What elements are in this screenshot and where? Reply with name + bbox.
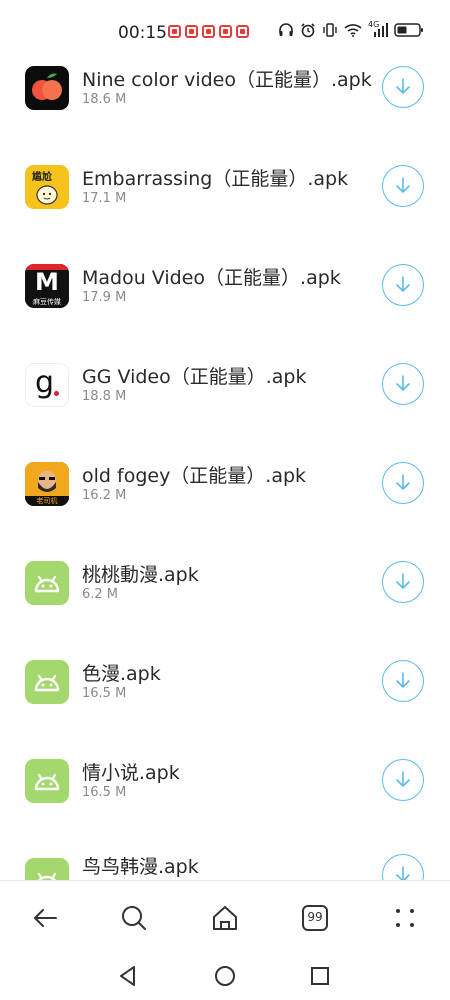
- list-item[interactable]: M 麻豆传媒 Madou Video（正能量）.apk 17.9 M: [0, 236, 450, 335]
- file-name: 桃桃動漫.apk: [82, 564, 199, 586]
- file-size: 6.2 M: [82, 587, 119, 602]
- notification-icon: [202, 25, 215, 38]
- list-item[interactable]: 老司机 old fogey（正能量）.apk 16.2 M: [0, 434, 450, 533]
- list-item[interactable]: 尴尬 Embarrassing（正能量）.apk 17.1 M: [0, 137, 450, 236]
- alarm-icon: [301, 23, 315, 38]
- icon-text: 老司机: [36, 497, 58, 505]
- download-button[interactable]: [382, 264, 424, 306]
- download-arrow-icon: [396, 866, 410, 880]
- back-arrow-icon: [34, 909, 57, 927]
- file-name: Embarrassing（正能量）.apk: [82, 168, 349, 190]
- browser-toolbar: 99: [0, 880, 450, 953]
- download-file-list: Nine color video（正能量）.apk 18.6 M 尴尬 Emba…: [0, 0, 450, 880]
- file-name: 色漫.apk: [82, 663, 161, 685]
- android-icon: [25, 858, 69, 880]
- android-icon: [25, 759, 69, 803]
- download-arrow-icon: [396, 474, 410, 490]
- menu-button[interactable]: [390, 903, 420, 933]
- system-navigation-bar: [0, 952, 450, 1000]
- download-arrow-icon: [396, 375, 410, 391]
- download-button[interactable]: [382, 660, 424, 702]
- bearded-man-app-icon: 老司机: [25, 462, 69, 506]
- file-size: 16.5 M: [82, 686, 127, 701]
- system-home-button[interactable]: [213, 964, 237, 988]
- system-status-icons: 4G: [278, 20, 424, 38]
- file-size: 16.5 M: [82, 785, 127, 800]
- home-button[interactable]: [210, 903, 240, 933]
- list-item[interactable]: g GG Video（正能量）.apk 18.8 M: [0, 335, 450, 434]
- triangle-back-icon: [120, 966, 135, 986]
- download-arrow-icon: [396, 177, 410, 193]
- android-icon: [25, 660, 69, 704]
- file-size: 17.1 M: [82, 191, 127, 206]
- file-name: Madou Video（正能量）.apk: [82, 267, 341, 289]
- signal-icon: 4G: [368, 20, 388, 38]
- file-size: 16.2 M: [82, 488, 127, 503]
- g-letter-app-icon: g: [25, 363, 69, 407]
- download-button[interactable]: [382, 462, 424, 504]
- download-button[interactable]: [382, 165, 424, 207]
- download-button[interactable]: [382, 363, 424, 405]
- peach-app-icon: [25, 66, 69, 110]
- back-button[interactable]: [30, 903, 60, 933]
- wifi-icon: [344, 24, 362, 37]
- file-name: old fogey（正能量）.apk: [82, 465, 307, 487]
- download-arrow-icon: [396, 573, 410, 589]
- home-icon: [213, 906, 237, 930]
- notification-icon: [236, 25, 249, 38]
- list-item[interactable]: 情小说.apk 16.5 M: [0, 731, 450, 830]
- battery-icon: [394, 23, 423, 37]
- download-arrow-icon: [396, 276, 410, 292]
- notification-icon: [168, 25, 181, 38]
- download-button[interactable]: [382, 759, 424, 801]
- tabs-button[interactable]: 99: [300, 903, 330, 933]
- list-item[interactable]: 色漫.apk 16.5 M: [0, 632, 450, 731]
- download-button[interactable]: [382, 854, 424, 880]
- file-name: Nine color video（正能量）.apk: [82, 69, 372, 91]
- screen: Nine color video（正能量）.apk 18.6 M 尴尬 Emba…: [0, 0, 450, 1000]
- file-size: 18.6 M: [82, 92, 127, 107]
- madou-m-app-icon: M 麻豆传媒: [25, 264, 69, 308]
- circle-home-icon: [215, 966, 235, 986]
- tabs-count: 99: [307, 910, 323, 924]
- icon-text: 麻豆传媒: [33, 298, 61, 306]
- list-item[interactable]: 鸟鸟韩漫.apk: [0, 830, 450, 880]
- status-bar: 00:15 4G: [0, 0, 450, 64]
- file-name: GG Video（正能量）.apk: [82, 366, 307, 388]
- status-time: 00:15: [118, 23, 167, 43]
- notification-icon: [219, 25, 232, 38]
- more-dots-icon: [396, 909, 414, 927]
- system-back-button[interactable]: [116, 964, 140, 988]
- notification-icon: [185, 25, 198, 38]
- file-name: 情小说.apk: [82, 762, 180, 784]
- download-arrow-icon: [396, 672, 410, 688]
- list-item[interactable]: 桃桃動漫.apk 6.2 M: [0, 533, 450, 632]
- download-arrow-icon: [396, 78, 410, 94]
- yellow-cartoon-app-icon: 尴尬: [25, 165, 69, 209]
- download-arrow-icon: [396, 771, 410, 787]
- android-icon: [25, 561, 69, 605]
- search-icon: [122, 906, 146, 930]
- download-button[interactable]: [382, 66, 424, 108]
- square-recents-icon: [311, 967, 329, 985]
- vibrate-icon: [323, 23, 337, 37]
- headphones-icon: [279, 23, 293, 36]
- file-name: 鸟鸟韩漫.apk: [82, 856, 199, 878]
- search-button[interactable]: [119, 903, 149, 933]
- system-recents-button[interactable]: [308, 964, 332, 988]
- notification-icons: [168, 25, 249, 38]
- file-size: 17.9 M: [82, 290, 127, 305]
- icon-text: 尴尬: [32, 172, 52, 183]
- download-button[interactable]: [382, 561, 424, 603]
- file-size: 18.8 M: [82, 389, 127, 404]
